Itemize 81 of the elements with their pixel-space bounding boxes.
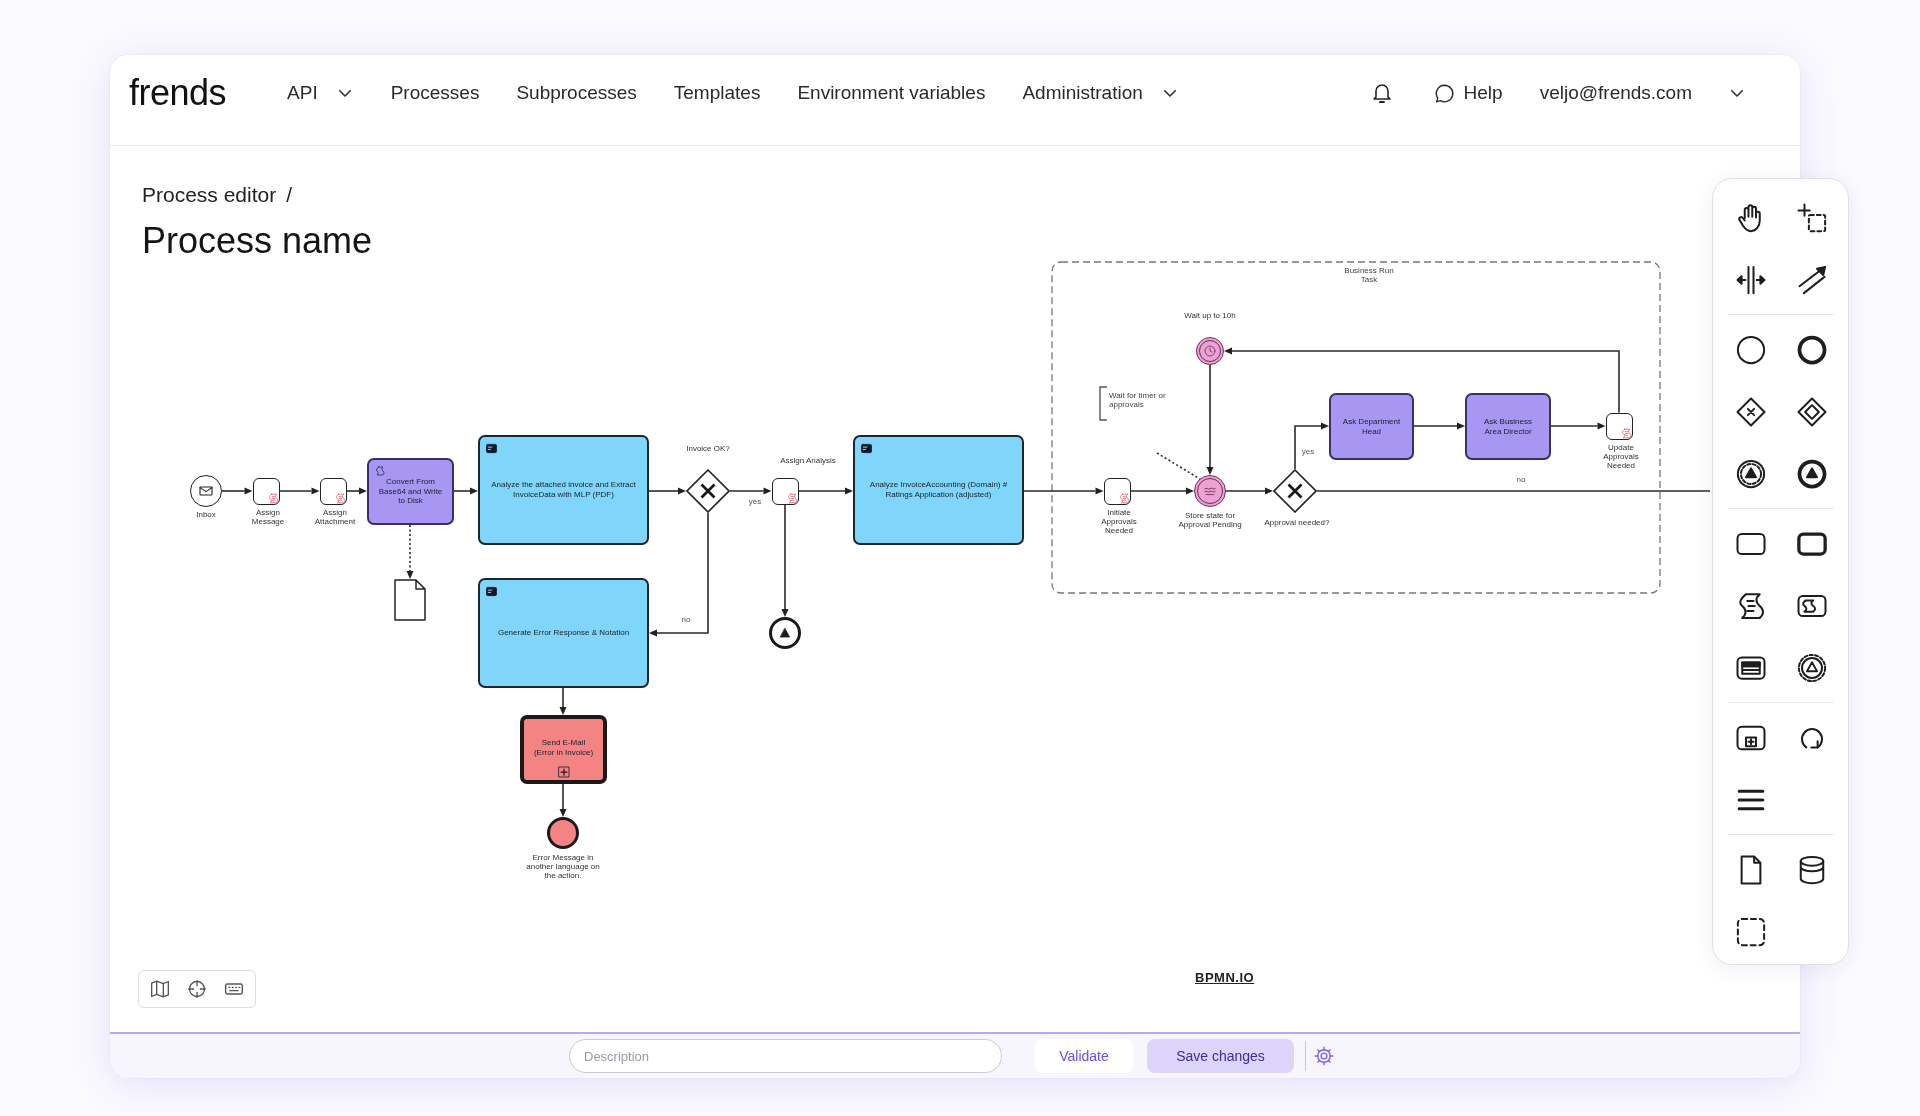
sequence-flow-arrow <box>1550 422 1606 430</box>
task-label: Ask Department Head <box>1341 416 1402 437</box>
event-label: Store state for Approval Pending <box>1177 511 1243 530</box>
lasso-tool-icon[interactable] <box>1796 203 1827 233</box>
triangle-icon <box>779 627 791 639</box>
primary-button[interactable]: Save changes <box>1147 1039 1294 1073</box>
sequence-flow-arrow <box>648 487 686 495</box>
sequence-flow-arrow <box>1294 422 1329 470</box>
script-icon <box>334 492 346 504</box>
data-object <box>394 579 426 621</box>
diamond-cross-icon[interactable] <box>1735 397 1766 427</box>
data-association-arrow <box>406 524 414 579</box>
sequence-flow-arrow <box>1413 422 1465 430</box>
table-task-icon[interactable] <box>1735 653 1766 683</box>
task-label: Send E-Mail (Error in Invoice) <box>533 737 594 758</box>
nav-menu-item[interactable]: API <box>287 82 354 104</box>
sequence-flow-arrow <box>1225 487 1273 495</box>
sequence-flow-arrow <box>453 487 478 495</box>
dashed-square-icon[interactable] <box>1735 917 1766 947</box>
page-title: Process name <box>142 220 373 262</box>
subprocess-icon[interactable] <box>1735 723 1766 753</box>
description-field[interactable]: Description <box>569 1039 1002 1073</box>
event-label: Inbox <box>195 510 217 520</box>
crosshair-icon[interactable] <box>187 979 207 999</box>
nav-menu-item[interactable]: Administration <box>1022 82 1179 104</box>
logo[interactable]: frends <box>129 75 227 111</box>
task-label: Assign Analysis <box>779 456 837 466</box>
task-label: Ask Business Area Director <box>1483 416 1533 437</box>
clock-icon <box>1204 345 1216 357</box>
annotation-text: Wait for timer or approvals <box>1109 391 1167 410</box>
envelope-icon <box>198 483 214 499</box>
thick-rounded-rect-icon[interactable] <box>1796 529 1827 559</box>
script-icon <box>1620 427 1632 439</box>
flow-label: yes <box>747 498 763 506</box>
tag-icon <box>486 586 497 597</box>
nav-menu-item[interactable]: Templates <box>673 82 761 104</box>
script-icon <box>786 492 798 504</box>
task-label: Convert From Base64 and Write to Disk <box>378 477 443 506</box>
secondary-button[interactable]: Validate <box>1035 1039 1133 1073</box>
event-label: Wait up to 10h <box>1183 311 1237 321</box>
flow-label: no <box>1515 476 1527 484</box>
task-label: Analyze the attached invoice and Extract InvoiceData with MLP (PDF) <box>490 480 637 500</box>
thick-circle-icon[interactable] <box>1796 335 1827 365</box>
gateway-label: Invoice OK? <box>685 444 731 454</box>
breadcrumb-link[interactable]: Process editor <box>142 183 277 207</box>
double-diamond-icon[interactable] <box>1796 397 1827 427</box>
task-label: Analyze InvoiceAccounting (Domain) # Ratings Application (adjusted) <box>868 480 1009 500</box>
plus-box-icon <box>557 766 570 778</box>
sequence-flow-arrow <box>729 487 772 495</box>
speech-bubble-icon <box>1433 82 1455 104</box>
space-tool-icon[interactable] <box>1735 265 1766 295</box>
exclusive-gateway <box>1273 469 1317 513</box>
task-label: Initiate Approvals Needed <box>1100 508 1138 536</box>
event-label: Error Message in another language on the action. <box>525 853 601 881</box>
flow-label: no <box>680 616 692 624</box>
circle-icon[interactable] <box>1735 335 1766 365</box>
gateway-label: Approval needed? <box>1263 518 1331 528</box>
nav-menu-item[interactable]: Processes <box>390 82 480 104</box>
branding-link[interactable]: BPMN.IO <box>1195 970 1255 985</box>
association-line <box>1156 452 1201 480</box>
map-icon[interactable] <box>150 979 170 999</box>
nav-menu-item[interactable]: Subprocesses <box>516 82 637 104</box>
scroll-icon <box>375 466 385 476</box>
exclusive-gateway <box>686 469 730 513</box>
task-label: Assign Attachment <box>313 508 357 527</box>
tag-icon <box>861 443 872 454</box>
script-icon <box>267 492 279 504</box>
gear-icon[interactable] <box>1314 1046 1334 1066</box>
tag-icon <box>486 443 497 454</box>
annotation-bracket <box>1099 386 1108 421</box>
script-icon <box>1118 492 1130 504</box>
task-label: Update Approvals Needed <box>1602 443 1640 471</box>
nav-menu-item[interactable]: Environment variables <box>797 82 986 104</box>
task-label: Generate Error Response & Notation <box>497 628 630 638</box>
connect-tool-icon[interactable] <box>1796 265 1827 295</box>
user-menu[interactable]: veljo@frends.com <box>1539 82 1746 104</box>
group-label: Business Run Task <box>1343 266 1395 285</box>
task-label: Assign Message <box>250 508 286 527</box>
flow-label: yes <box>1300 448 1316 456</box>
help-link[interactable]: Help <box>1433 82 1503 104</box>
breadcrumb-separator: / <box>286 183 293 207</box>
